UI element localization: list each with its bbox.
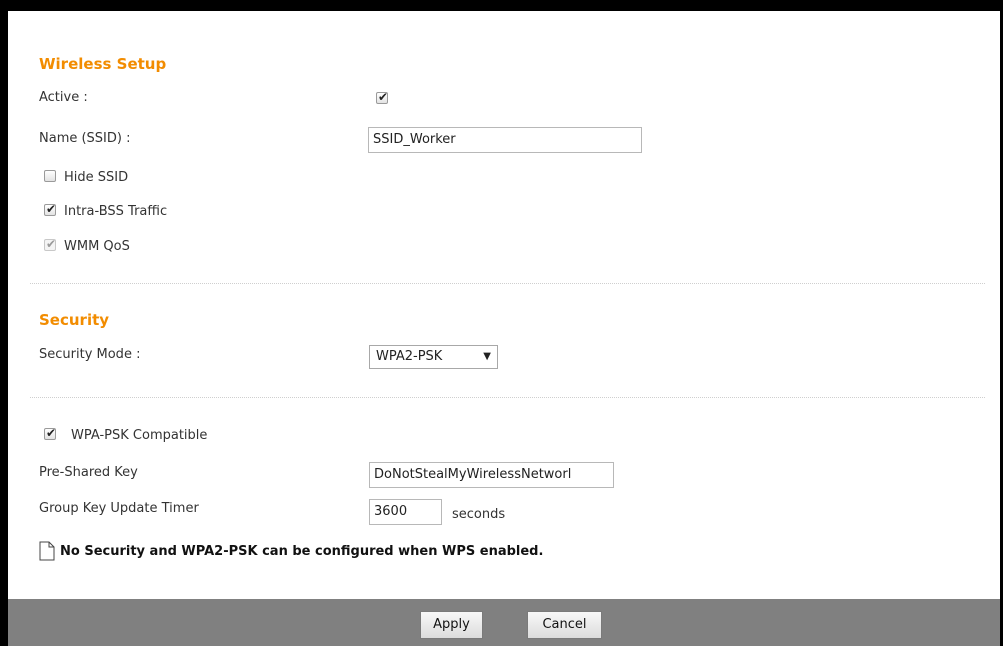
pre-shared-key-label: Pre-Shared Key [39, 465, 138, 480]
security-mode-label: Security Mode : [39, 347, 141, 362]
checkmark-icon: ✔ [46, 426, 57, 440]
group-key-timer-label: Group Key Update Timer [39, 501, 199, 516]
window-frame-top [0, 0, 1003, 11]
active-checkbox[interactable]: ✔ [376, 90, 389, 104]
wmm-qos-checkbox[interactable]: ✔ [44, 237, 57, 251]
window-frame-left [0, 0, 8, 646]
security-mode-value: WPA2-PSK [376, 349, 443, 364]
wpa-psk-compatible-label: WPA-PSK Compatible [71, 428, 208, 443]
hide-ssid-label: Hide SSID [64, 170, 129, 185]
checkmark-icon: ✔ [378, 90, 389, 104]
ssid-input[interactable]: SSID_Worker [368, 127, 642, 153]
group-key-timer-input[interactable]: 3600 [369, 499, 442, 525]
intra-bss-checkbox[interactable]: ✔ [44, 202, 57, 216]
pre-shared-key-input[interactable]: DoNotStealMyWirelessNetworl [369, 462, 614, 488]
wpa-psk-compatible-checkbox[interactable]: ✔ [44, 426, 57, 440]
wireless-setup-heading: Wireless Setup [39, 55, 167, 73]
group-key-timer-unit: seconds [452, 507, 506, 522]
hide-ssid-checkbox[interactable] [44, 170, 56, 182]
security-heading: Security [39, 311, 110, 329]
cancel-button[interactable]: Cancel [527, 611, 602, 639]
ssid-label: Name (SSID) : [39, 131, 131, 146]
section-divider [30, 283, 985, 284]
section-divider [30, 397, 985, 398]
wps-note: No Security and WPA2-PSK can be configur… [60, 544, 544, 559]
note-icon [39, 541, 55, 561]
security-mode-select[interactable]: WPA2-PSK ▼ [369, 345, 498, 369]
footer-bar [8, 599, 1000, 646]
checkmark-icon: ✔ [46, 202, 57, 216]
wmm-qos-label: WMM QoS [64, 239, 130, 254]
checkmark-icon: ✔ [46, 237, 57, 251]
dropdown-arrow-icon: ▼ [483, 351, 491, 362]
active-label: Active : [39, 90, 88, 105]
apply-button[interactable]: Apply [420, 611, 483, 639]
intra-bss-label: Intra-BSS Traffic [64, 204, 168, 219]
